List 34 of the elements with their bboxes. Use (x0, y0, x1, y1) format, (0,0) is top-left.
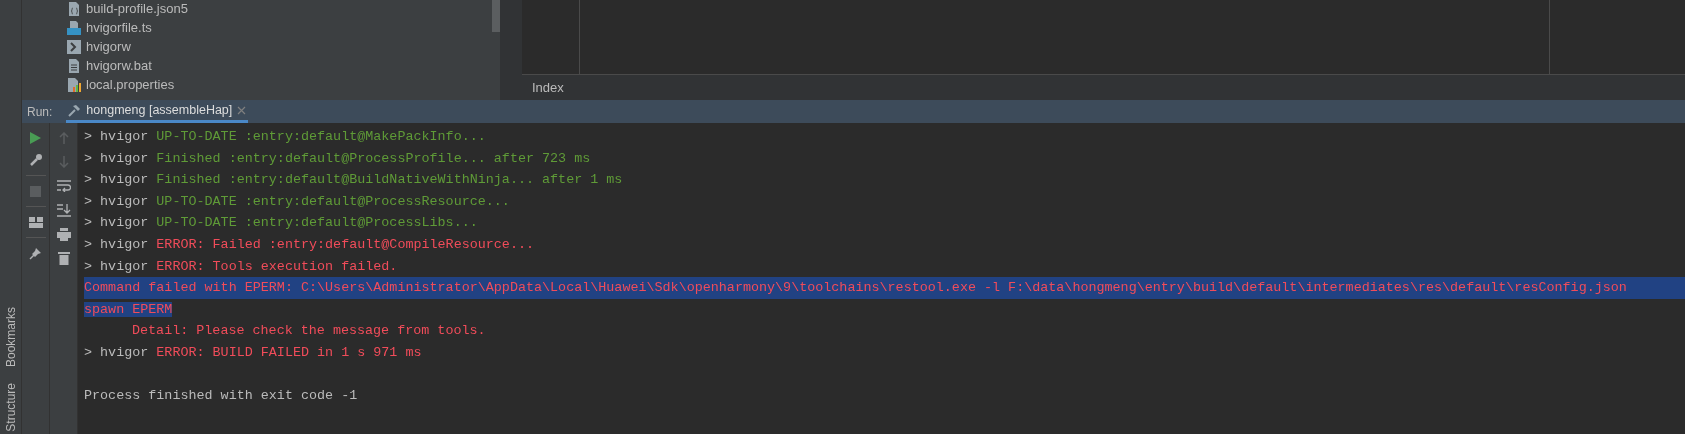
wrench-icon[interactable] (28, 153, 43, 167)
side-tab[interactable]: Structure (1, 383, 20, 432)
editor-tab[interactable]: Index (532, 77, 564, 98)
terminal-file-icon (67, 39, 81, 54)
layout-icon[interactable] (28, 216, 43, 228)
console-line: Process finished with exit code -1 (84, 388, 358, 404)
typescript-file-icon (66, 19, 82, 36)
tree-item[interactable]: hvigorfile.ts (66, 18, 188, 37)
console-line: > hvigor UP-TO-DATE :entry:default@ProcessLibs... (84, 215, 478, 231)
scrollbar-thumb[interactable] (492, 0, 500, 32)
console-line: > hvigor UP-TO-DATE :entry:default@MakePackInfo... (84, 129, 486, 144)
run-label: Run: (27, 103, 53, 121)
print-icon[interactable] (56, 227, 71, 241)
pin-icon[interactable] (29, 246, 42, 260)
run-tab[interactable]: hongmeng [assembleHap] (66, 100, 249, 123)
scroll-to-end-icon[interactable] (56, 203, 71, 217)
side-tab[interactable]: Bookmarks (1, 307, 20, 368)
tree-item[interactable]: hvigorw.bat (66, 56, 188, 75)
tree-item[interactable]: build-profile.json5 (66, 0, 188, 18)
text-file-icon (68, 57, 80, 74)
tree-item[interactable]: local.properties (66, 75, 188, 94)
tree-item[interactable]: hvigorw (66, 37, 188, 56)
console-line: Detail: Please check the message from tools. (132, 323, 486, 339)
trash-icon[interactable] (57, 251, 70, 265)
console-line: > hvigor ERROR: Tools execution failed. (84, 258, 398, 274)
console-line: > hvigor Finished :entry:default@BuildNativeWithNinja... after 1 ms (84, 172, 623, 188)
soft-wrap-icon[interactable] (56, 180, 71, 192)
console-line: > hvigor UP-TO-DATE :entry:default@ProcessResource... (84, 193, 510, 209)
console-line: > hvigor ERROR: Failed :entry:default@CompileResource... (84, 236, 534, 252)
properties-file-icon (66, 76, 82, 93)
hammer-icon (68, 103, 82, 117)
console-line: > hvigor Finished :entry:default@ProcessProfile... after 723 ms (84, 150, 591, 166)
run-icon[interactable] (30, 132, 41, 144)
console-line: > hvigor ERROR: BUILD FAILED in 1 s 971 ms (84, 344, 422, 360)
